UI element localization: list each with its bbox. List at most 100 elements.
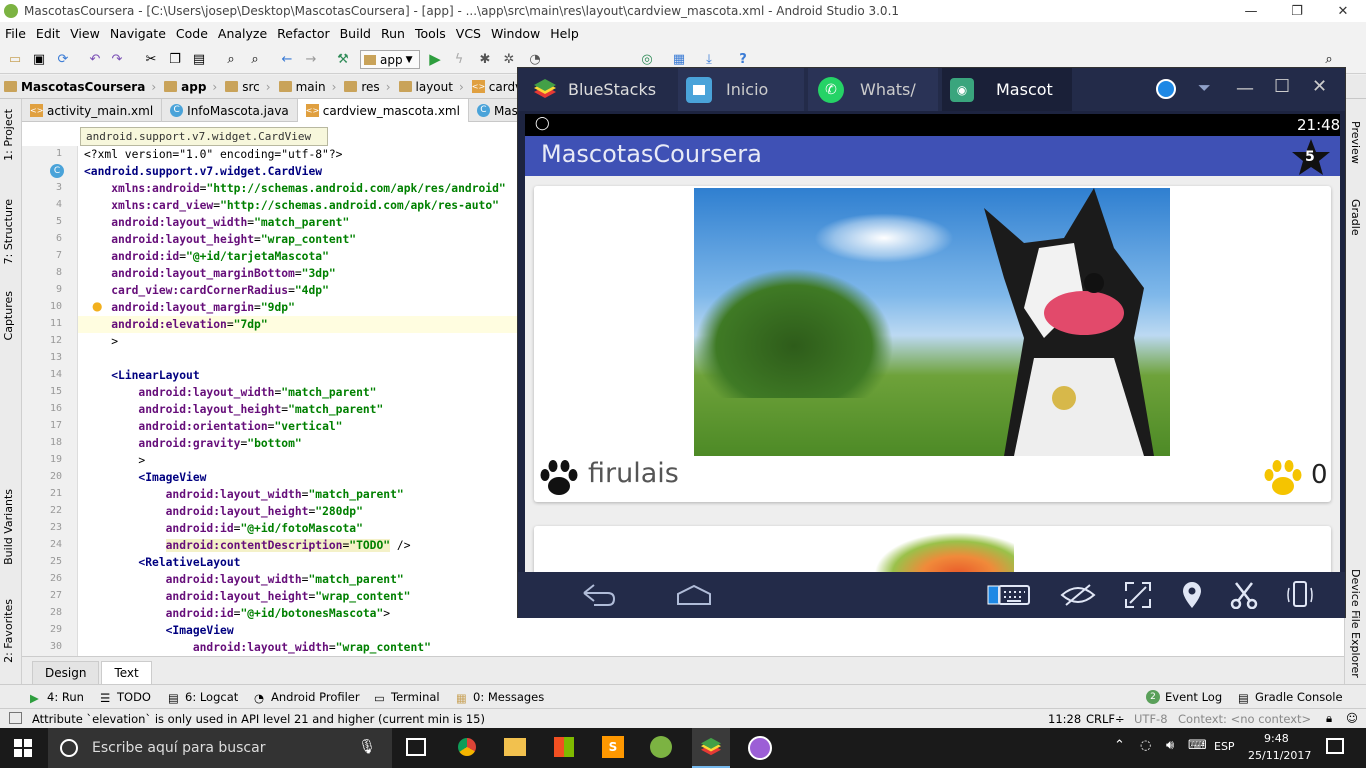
menu-tools[interactable]: Tools <box>410 26 451 41</box>
structure-panel-button[interactable]: 7: Structure <box>2 199 15 264</box>
menu-analyze[interactable]: Analyze <box>213 26 272 41</box>
run-window-button[interactable]: ▶ 4: Run <box>30 690 84 705</box>
toggle-tool-windows-icon[interactable] <box>9 712 22 724</box>
close-button[interactable]: ✕ <box>1320 0 1366 22</box>
file-explorer-icon[interactable] <box>504 738 526 756</box>
code-line[interactable]: android:layout_margin="9dp" <box>84 299 295 316</box>
rotate-device-icon[interactable] <box>1282 580 1318 610</box>
language-indicator[interactable]: ESP <box>1214 740 1235 753</box>
sdk-manager-icon[interactable]: ◎ <box>638 50 656 68</box>
run-icon[interactable]: ▶ <box>426 50 444 68</box>
menu-build[interactable]: Build <box>335 26 376 41</box>
tab-design[interactable]: Design <box>32 661 100 684</box>
github-desktop-icon[interactable] <box>748 736 772 760</box>
undo-icon[interactable]: ↶ <box>86 50 104 68</box>
code-line[interactable]: card_view:cardCornerRadius="4dp" <box>84 282 329 299</box>
run-config-select[interactable]: app ▼ <box>360 50 420 69</box>
restore-button[interactable]: ❐ <box>1274 0 1320 22</box>
find-icon[interactable]: ⌕ <box>222 50 240 68</box>
eye-off-icon[interactable] <box>1060 580 1096 610</box>
menu-vcs[interactable]: VCS <box>451 26 486 41</box>
preview-panel-button[interactable]: Preview <box>1349 121 1362 164</box>
menu-refactor[interactable]: Refactor <box>272 26 334 41</box>
logcat-window-button[interactable]: ▤ 6: Logcat <box>168 690 238 705</box>
android-studio-taskbar-icon[interactable] <box>650 736 672 758</box>
captures-panel-button[interactable]: Captures <box>2 291 15 340</box>
messages-window-button[interactable]: ▦ 0: Messages <box>456 690 544 705</box>
code-line[interactable]: <RelativeLayout <box>84 554 240 571</box>
device-file-explorer-button[interactable]: Device File Explorer <box>1349 569 1362 678</box>
bs-maximize-button[interactable]: ☐ <box>1274 76 1290 97</box>
menu-help[interactable]: Help <box>545 26 584 41</box>
chrome-icon[interactable] <box>456 736 478 758</box>
code-line[interactable]: android:layout_marginBottom="3dp" <box>84 265 335 282</box>
favorites-panel-button[interactable]: 2: Favorites <box>2 599 15 663</box>
breadcrumb-layout[interactable]: layout › <box>395 80 468 94</box>
project-panel-button[interactable]: 1: Project <box>2 109 15 161</box>
code-line[interactable]: <ImageView <box>84 622 234 639</box>
minimize-button[interactable]: — <box>1228 0 1274 22</box>
redo-icon[interactable]: ↷ <box>108 50 126 68</box>
menu-window[interactable]: Window <box>486 26 545 41</box>
tab-text[interactable]: Text <box>101 661 152 684</box>
gradle-console-button[interactable]: ▤ Gradle Console <box>1238 690 1343 705</box>
paste-icon[interactable]: ▤ <box>190 50 208 68</box>
code-line[interactable]: android:orientation="vertical" <box>84 418 342 435</box>
code-line[interactable]: android:layout_width="match_parent" <box>84 571 404 588</box>
menu-dropdown-icon[interactable]: ⏷ <box>1198 78 1211 98</box>
code-line[interactable]: android:id="@+id/tarjetaMascota" <box>84 248 329 265</box>
todo-window-button[interactable]: ☰ TODO <box>100 690 151 705</box>
clock-date[interactable]: 25/11/2017 <box>1248 749 1311 762</box>
code-line[interactable]: > <box>84 452 145 469</box>
search-everywhere-icon[interactable]: ⌕ <box>1320 50 1338 68</box>
project-structure-icon[interactable]: ▦ <box>670 50 688 68</box>
favorites-star-button[interactable]: 5 <box>1291 137 1331 177</box>
profiler-window-button[interactable]: ◔ Android Profiler <box>254 690 360 705</box>
scissors-icon[interactable] <box>1226 580 1262 610</box>
code-line[interactable]: > <box>84 333 118 350</box>
event-log-button[interactable]: 2 Event Log <box>1146 690 1222 704</box>
location-icon[interactable] <box>1174 580 1210 610</box>
terminal-window-button[interactable]: ▭ Terminal <box>374 690 440 705</box>
code-line[interactable]: <ImageView <box>84 469 206 486</box>
keyboard-icon[interactable] <box>996 580 1032 610</box>
task-view-icon[interactable] <box>406 738 426 756</box>
store-icon[interactable] <box>554 737 574 757</box>
make-project-icon[interactable]: ⚒ <box>334 50 352 68</box>
account-icon[interactable] <box>1156 79 1176 99</box>
volume-icon[interactable]: 🔊︎ <box>1166 738 1174 753</box>
gradle-panel-button[interactable]: Gradle <box>1349 199 1362 236</box>
file-encoding[interactable]: UTF-8 <box>1134 712 1168 726</box>
code-line[interactable]: android:layout_height="wrap_content" <box>84 231 356 248</box>
breadcrumb-res[interactable]: res › <box>340 80 394 94</box>
apply-changes-icon[interactable]: ϟ <box>450 50 468 68</box>
line-separator[interactable]: CRLF÷ <box>1086 712 1125 726</box>
fullscreen-icon[interactable] <box>1120 580 1156 610</box>
windows-start-icon[interactable] <box>14 739 32 760</box>
save-icon[interactable]: ▣ <box>30 50 48 68</box>
code-line[interactable]: android:id="@+id/fotoMascota" <box>84 520 363 537</box>
sublime-text-icon[interactable]: S <box>602 736 624 758</box>
pet-card[interactable]: firulais 0 <box>534 186 1331 502</box>
show-hidden-icons[interactable]: ⌃ <box>1114 738 1125 753</box>
code-line[interactable]: android:contentDescription="TODO" /> <box>84 537 411 554</box>
lock-icon[interactable]: 🔒︎ <box>1326 711 1332 726</box>
code-line[interactable]: android:id="@+id/botonesMascota"> <box>84 605 390 622</box>
bs-close-button[interactable]: ✕ <box>1312 76 1327 97</box>
action-center-icon[interactable] <box>1326 738 1344 754</box>
network-icon[interactable]: ◌ <box>1140 738 1151 753</box>
keyboard-tray-icon[interactable]: ⌨ <box>1188 738 1207 753</box>
code-line[interactable]: android:elevation="7dp" <box>78 316 518 333</box>
menu-edit[interactable]: Edit <box>31 26 65 41</box>
sync-icon[interactable]: ⟳ <box>54 50 72 68</box>
code-line[interactable]: xmlns:android="http://schemas.android.co… <box>84 180 506 197</box>
clock-time[interactable]: 9:48 <box>1264 732 1289 745</box>
breadcrumb-project[interactable]: MascotasCoursera › <box>0 80 160 94</box>
debug-icon[interactable]: ✱ <box>476 50 494 68</box>
like-paw-icon[interactable] <box>1262 458 1304 501</box>
breadcrumb-src[interactable]: src › <box>221 80 274 94</box>
back-icon[interactable]: ← <box>278 50 296 68</box>
code-line[interactable]: <?xml version="1.0" encoding="utf-8"?> <box>84 146 342 163</box>
attach-debugger-icon[interactable]: ✲ <box>500 50 518 68</box>
breadcrumb-app[interactable]: app › <box>160 80 221 94</box>
